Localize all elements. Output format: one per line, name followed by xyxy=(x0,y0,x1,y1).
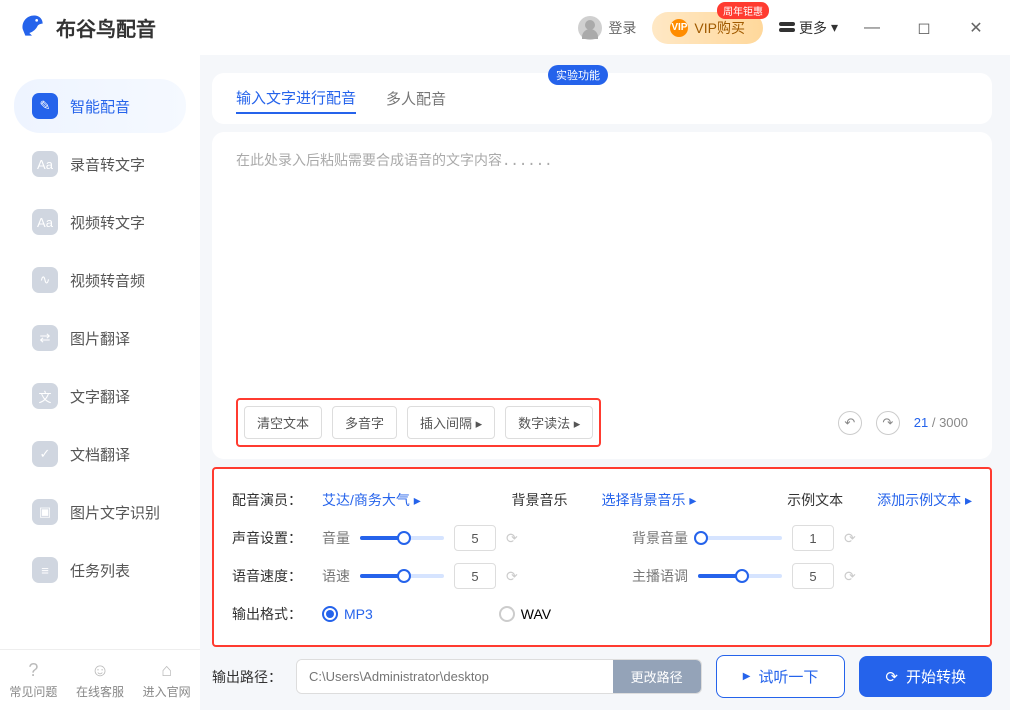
experimental-badge: 实验功能 xyxy=(548,65,608,85)
undo-button[interactable]: ↶ xyxy=(838,411,862,435)
avatar-icon xyxy=(578,16,602,40)
minimize-button[interactable]: — xyxy=(854,10,890,46)
sidebar: ✎智能配音 Aa录音转文字 Aa视频转文字 ∿视频转音频 ⇄图片翻译 文文字翻译… xyxy=(0,55,200,710)
format-label: 输出格式： xyxy=(232,604,304,624)
sidebar-item-doc-translate[interactable]: ✓文档翻译 xyxy=(14,427,186,481)
preview-button[interactable]: ▶试听一下 xyxy=(716,655,846,698)
pencil-icon: ✎ xyxy=(32,93,58,119)
tone-value[interactable] xyxy=(792,563,834,589)
editor-panel: 清空文本 多音字 插入间隔 ▸ 数字读法 ▸ ↶ ↷ 21 / 3000 xyxy=(212,132,992,459)
polyphonic-button[interactable]: 多音字 xyxy=(332,406,397,439)
swap-icon: ⇄ xyxy=(32,325,58,351)
app-title: 布谷鸟配音 xyxy=(56,13,156,42)
text-input[interactable] xyxy=(236,150,968,390)
tone-slider[interactable] xyxy=(698,574,782,578)
sound-label: 声音设置： xyxy=(232,528,304,548)
convert-button[interactable]: ⟳开始转换 xyxy=(859,656,992,697)
change-path-button[interactable]: 更改路径 xyxy=(613,660,701,693)
question-icon: ? xyxy=(0,660,67,681)
chevron-down-icon: ▾ xyxy=(831,19,838,36)
refresh-icon: ⟳ xyxy=(885,668,898,686)
wave-icon: ∿ xyxy=(32,267,58,293)
format-mp3[interactable]: MP3 xyxy=(322,606,373,622)
faq-button[interactable]: ?常见问题 xyxy=(0,660,67,700)
tab-text-dub[interactable]: 输入文字进行配音 xyxy=(236,83,356,114)
insert-gap-button[interactable]: 插入间隔 ▸ xyxy=(407,406,495,439)
rate-label: 语速 xyxy=(322,566,350,586)
bgvol-value[interactable] xyxy=(792,525,834,551)
voice-actor-select[interactable]: 艾达/商务大气 ▸ xyxy=(322,490,421,510)
play-icon: ▶ xyxy=(743,671,751,682)
format-wav[interactable]: WAV xyxy=(499,606,551,622)
chat-icon: ☺ xyxy=(67,660,134,681)
volume-value[interactable] xyxy=(454,525,496,551)
sidebar-item-img-translate[interactable]: ⇄图片翻译 xyxy=(14,311,186,365)
rate-value[interactable] xyxy=(454,563,496,589)
sidebar-item-text-translate[interactable]: 文文字翻译 xyxy=(14,369,186,423)
tone-reset[interactable]: ⟳ xyxy=(844,568,856,585)
clear-text-button[interactable]: 清空文本 xyxy=(244,406,322,439)
list-icon: ≡ xyxy=(32,557,58,583)
tone-label: 主播语调 xyxy=(632,566,688,586)
sidebar-item-vid2text[interactable]: Aa视频转文字 xyxy=(14,195,186,249)
settings-panel: 配音演员： 艾达/商务大气 ▸ 背景音乐 选择背景音乐 ▸ 示例文本 添加示例文… xyxy=(212,467,992,647)
output-path-label: 输出路径： xyxy=(212,667,282,687)
sample-add[interactable]: 添加示例文本 ▸ xyxy=(877,490,972,510)
aa-icon: Aa xyxy=(32,209,58,235)
vip-badge: 周年钜惠 xyxy=(717,2,769,19)
text-icon: 文 xyxy=(32,383,58,409)
tab-multi-dub[interactable]: 多人配音 xyxy=(386,84,446,113)
bgvol-slider[interactable] xyxy=(698,536,782,540)
more-button[interactable]: 更多 ▾ xyxy=(779,18,838,38)
titlebar: 布谷鸟配音 登录 VIP VIP购买 周年钜惠 更多 ▾ — ◻ ✕ xyxy=(0,0,1010,55)
vip-button[interactable]: VIP VIP购买 周年钜惠 xyxy=(652,12,763,44)
bgvol-reset[interactable]: ⟳ xyxy=(844,530,856,547)
sample-label: 示例文本 xyxy=(787,490,859,510)
check-icon: ✓ xyxy=(32,441,58,467)
volume-label: 音量 xyxy=(322,528,350,548)
rate-slider[interactable] xyxy=(360,574,444,578)
speed-label: 语音速度： xyxy=(232,566,304,586)
sidebar-item-rec2text[interactable]: Aa录音转文字 xyxy=(14,137,186,191)
bgm-select[interactable]: 选择背景音乐 ▸ xyxy=(601,490,696,510)
radio-icon xyxy=(499,606,515,622)
bird-icon xyxy=(16,9,48,46)
number-reading-button[interactable]: 数字读法 ▸ xyxy=(505,406,593,439)
close-button[interactable]: ✕ xyxy=(958,10,994,46)
maximize-button[interactable]: ◻ xyxy=(906,10,942,46)
sidebar-item-ocr[interactable]: ▣图片文字识别 xyxy=(14,485,186,539)
layers-icon xyxy=(779,22,795,34)
volume-slider[interactable] xyxy=(360,536,444,540)
logo: 布谷鸟配音 xyxy=(16,9,156,46)
tool-buttons: 清空文本 多音字 插入间隔 ▸ 数字读法 ▸ xyxy=(236,398,601,447)
aa-icon: Aa xyxy=(32,151,58,177)
sidebar-item-tasks[interactable]: ≡任务列表 xyxy=(14,543,186,597)
support-button[interactable]: ☺在线客服 xyxy=(67,660,134,700)
sidebar-item-vid2audio[interactable]: ∿视频转音频 xyxy=(14,253,186,307)
scan-icon: ▣ xyxy=(32,499,58,525)
tab-bar: 输入文字进行配音 多人配音 实验功能 xyxy=(212,73,992,124)
bgvol-label: 背景音量 xyxy=(632,528,688,548)
website-button[interactable]: ⌂进入官网 xyxy=(133,660,200,700)
radio-icon xyxy=(322,606,338,622)
volume-reset[interactable]: ⟳ xyxy=(506,530,518,547)
home-icon: ⌂ xyxy=(133,660,200,681)
vip-crown-icon: VIP xyxy=(670,19,688,37)
char-counter: 21 / 3000 xyxy=(914,415,968,430)
sidebar-item-smart-dub[interactable]: ✎智能配音 xyxy=(14,79,186,133)
voice-actor-label: 配音演员： xyxy=(232,490,304,510)
output-path-box: 更改路径 xyxy=(296,659,702,694)
output-path-input[interactable] xyxy=(297,660,613,693)
login-button[interactable]: 登录 xyxy=(578,16,636,40)
redo-button[interactable]: ↷ xyxy=(876,411,900,435)
rate-reset[interactable]: ⟳ xyxy=(506,568,518,585)
bgm-label: 背景音乐 xyxy=(511,490,583,510)
